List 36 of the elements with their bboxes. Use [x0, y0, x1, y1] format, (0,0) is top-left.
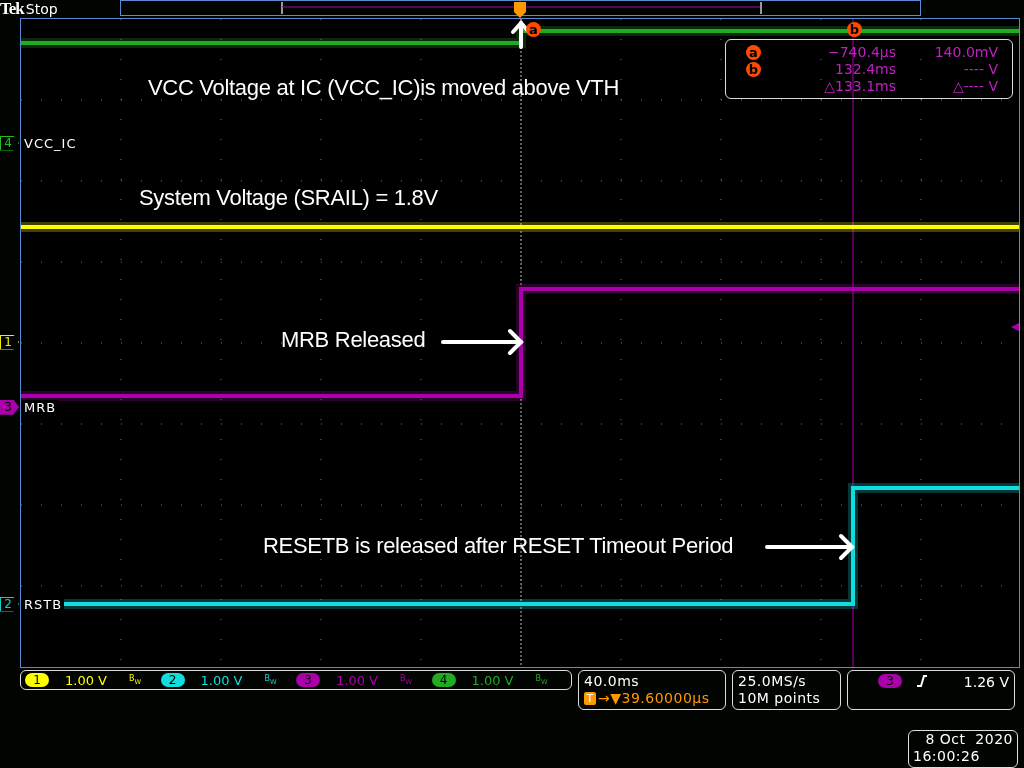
annotation-text: RESETB is released after RESET Timeout Period	[263, 533, 734, 559]
channel-badge[interactable]: 1	[25, 673, 49, 687]
annotation-text: MRB Released	[281, 327, 426, 353]
time-text: 16:00:26	[913, 748, 981, 765]
bandwidth-limit-indicator: B$_{W}$	[264, 674, 277, 686]
cursor-value: ---- V	[962, 61, 998, 77]
date-text: 8 Oct 2020	[924, 731, 1013, 748]
cursor-time: −740.4µs	[827, 44, 896, 60]
channel-scale: 1.00 V	[65, 672, 107, 688]
bandwidth-limit-indicator: B$_{W}$	[535, 674, 548, 686]
sample-rate: 25.0MS/s	[738, 673, 808, 690]
cursor-marker[interactable]: b	[847, 22, 862, 37]
brand-logo: Tek	[0, 0, 24, 18]
channel-scale: 1.00 V	[200, 672, 243, 688]
acquisition-status: Stop	[25, 0, 58, 18]
trigger-position: →▼39.60000µs	[598, 690, 710, 707]
bandwidth-limit-indicator: B$_{W}$	[400, 674, 413, 686]
cursor-time: 132.4ms	[834, 61, 896, 77]
time-scale: 40.0ms	[584, 673, 641, 690]
channel-scale: 1.00 V	[336, 672, 378, 688]
channel-scale: 1.00 V	[471, 672, 514, 688]
channel-badge[interactable]: 4	[431, 673, 456, 687]
channel-badge[interactable]: 2	[160, 673, 185, 687]
cursor-marker: a	[746, 44, 761, 60]
annotation-text: System Voltage (SRAIL) = 1.8V	[139, 185, 438, 211]
trigger-level: 1.26 V	[963, 674, 1009, 690]
trigger-source-badge: 3	[878, 674, 902, 688]
cursor-value: 140.0mV	[933, 44, 998, 60]
cursor-time: △133.1ms	[823, 78, 896, 94]
cursor-value: △---- V	[952, 78, 998, 94]
trigger-badge: T	[584, 692, 596, 705]
cursor-marker[interactable]: a	[526, 22, 541, 37]
record-length: 10M points	[738, 690, 822, 707]
annotation-text: VCC Voltage at IC (VCC_IC)is moved above VTH	[148, 75, 619, 101]
bandwidth-limit-indicator: B$_{W}$	[129, 674, 142, 686]
cursor-marker: b	[746, 61, 761, 77]
